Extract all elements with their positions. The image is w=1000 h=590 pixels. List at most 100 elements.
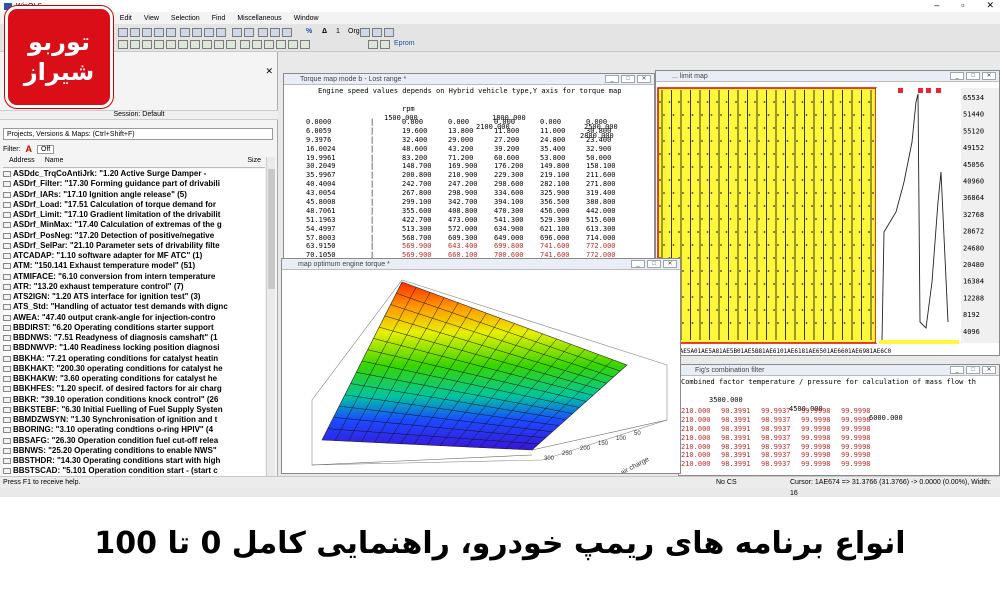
map-list-item[interactable]: AWEA: "47.40 output crank-angle for inje… bbox=[3, 313, 265, 323]
table-cell[interactable]: 83.200 bbox=[402, 154, 427, 163]
table-cell[interactable]: 299.100 bbox=[402, 198, 432, 207]
table-cell[interactable]: 32.900 bbox=[586, 145, 611, 154]
toolbar-button[interactable] bbox=[372, 28, 382, 37]
table-cell[interactable]: 325.900 bbox=[540, 189, 570, 198]
table-cell[interactable]: 169.900 bbox=[448, 162, 478, 171]
menu-item[interactable]: Selection bbox=[171, 15, 200, 22]
table-cell[interactable]: 334.600 bbox=[494, 189, 524, 198]
map-list-item[interactable]: BBSAFG: "26.30 Operation condition fuel … bbox=[3, 436, 265, 446]
table-cell[interactable]: 529.300 bbox=[540, 216, 570, 225]
toolbar-button[interactable] bbox=[216, 28, 226, 37]
table-cell[interactable]: 408.800 bbox=[448, 207, 478, 216]
minimize-icon[interactable]: – bbox=[934, 0, 939, 11]
toolbar-button[interactable] bbox=[368, 40, 378, 49]
map-list-item[interactable]: ASDdc_TrqCoAntiJrk: "1.20 Active Surge D… bbox=[3, 169, 265, 179]
toolbar-button[interactable] bbox=[154, 28, 164, 37]
toolbar-button[interactable] bbox=[118, 28, 128, 37]
map-list-item[interactable]: BBDNWS: "7.51 Readyness of diagnosis cam… bbox=[3, 333, 265, 343]
col-name[interactable]: Name bbox=[45, 157, 64, 167]
close-icon[interactable]: ✕ bbox=[982, 366, 996, 374]
toolbar-button[interactable] bbox=[142, 40, 152, 49]
toolbar-button[interactable] bbox=[192, 28, 202, 37]
table-cell[interactable]: 271.800 bbox=[586, 180, 616, 189]
table-cell[interactable]: 613.300 bbox=[586, 225, 616, 234]
table-cell[interactable]: 298.900 bbox=[448, 189, 478, 198]
map-list-item[interactable]: BBKR: "39.10 operation conditions knock … bbox=[3, 395, 265, 405]
toolbar-button[interactable] bbox=[258, 28, 268, 37]
table-cell[interactable]: 32.400 bbox=[402, 136, 427, 145]
table-cell[interactable]: 98.3991 bbox=[721, 425, 751, 434]
map-list-item[interactable]: ASDrf_IARs: "17.10 Ignition angle releas… bbox=[3, 190, 265, 200]
table-cell[interactable]: 394.100 bbox=[494, 198, 524, 207]
table-cell[interactable]: 210.000 bbox=[681, 451, 711, 460]
map-list-item[interactable]: ATS2IGN: "1.20 ATS interface for ignitio… bbox=[3, 292, 265, 302]
table-cell[interactable]: 569.900 bbox=[402, 242, 432, 251]
table-cell[interactable]: 513.300 bbox=[402, 225, 432, 234]
table-cell[interactable]: 99.9937 bbox=[761, 407, 791, 416]
toolbar-button[interactable] bbox=[166, 28, 176, 37]
table-cell[interactable]: 98.9937 bbox=[761, 443, 791, 452]
map-list-item[interactable]: ASDrf_Limit: "17.10 Gradient limitation … bbox=[3, 210, 265, 220]
table-cell[interactable]: 473.000 bbox=[448, 216, 478, 225]
table-cell[interactable]: 98.3991 bbox=[721, 416, 751, 425]
table-cell[interactable]: 219.100 bbox=[540, 171, 570, 180]
toolbar-button[interactable] bbox=[130, 28, 140, 37]
table-cell[interactable]: 148.700 bbox=[402, 162, 432, 171]
table-cell[interactable]: 98.9937 bbox=[761, 425, 791, 434]
table-cell[interactable]: 699.800 bbox=[494, 242, 524, 251]
hex-graph[interactable]: 65534 51440 55120 49152 45056 40960 36864 32768… bbox=[656, 82, 1000, 356]
maximize-icon[interactable]: □ bbox=[647, 260, 661, 268]
map-list-item[interactable]: BBKSTEBF: "6.30 Initial Fuelling of Fuel… bbox=[3, 405, 265, 415]
toolbar-button[interactable] bbox=[204, 28, 214, 37]
table-cell[interactable]: 572.000 bbox=[448, 225, 478, 234]
toolbar-button[interactable] bbox=[380, 40, 390, 49]
col-size[interactable]: Size bbox=[247, 157, 261, 167]
toolbar-button[interactable] bbox=[118, 40, 128, 49]
table-cell[interactable]: 282.100 bbox=[540, 180, 570, 189]
map-list-item[interactable]: BBKHFES: "1.20 specif. of desired factor… bbox=[3, 384, 265, 394]
table-cell[interactable]: 242.700 bbox=[402, 180, 432, 189]
table-cell[interactable]: 30.800 bbox=[586, 127, 611, 136]
table-cell[interactable]: 342.700 bbox=[448, 198, 478, 207]
table-cell[interactable]: 99.9998 bbox=[801, 434, 831, 443]
table-cell[interactable]: 35.400 bbox=[540, 145, 565, 154]
table-cell[interactable]: 319.400 bbox=[586, 189, 616, 198]
minimize-icon[interactable]: _ bbox=[631, 260, 645, 268]
table-cell[interactable]: 210.000 bbox=[681, 425, 711, 434]
toolbar-button[interactable] bbox=[288, 40, 298, 49]
map-list-scrollbar[interactable] bbox=[266, 157, 275, 481]
maximize-icon[interactable]: □ bbox=[966, 72, 980, 80]
table-cell[interactable]: 11.000 bbox=[540, 127, 565, 136]
table-cell[interactable]: 247.200 bbox=[448, 180, 478, 189]
table-cell[interactable]: 98.9937 bbox=[761, 460, 791, 469]
table-cell[interactable]: 355.600 bbox=[402, 207, 432, 216]
map-list-item[interactable]: BBNWS: "25.20 Operating conditions to en… bbox=[3, 446, 265, 456]
close-icon[interactable]: ✕ bbox=[663, 260, 677, 268]
table-cell[interactable]: 11.800 bbox=[494, 127, 519, 136]
col-address[interactable]: Address bbox=[9, 157, 35, 167]
toolbar-button[interactable] bbox=[166, 40, 176, 49]
table-cell[interactable]: 456.000 bbox=[540, 207, 570, 216]
toolbar-button[interactable] bbox=[300, 40, 310, 49]
table-cell[interactable]: 39.200 bbox=[494, 145, 519, 154]
table-cell[interactable]: 27.200 bbox=[494, 136, 519, 145]
table-cell[interactable]: 649.000 bbox=[494, 234, 524, 243]
map-list[interactable]: ASDdc_TrqCoAntiJrk: "1.20 Active Surge D… bbox=[3, 169, 265, 481]
table-cell[interactable]: 43.200 bbox=[448, 145, 473, 154]
table-cell[interactable]: 0.000 bbox=[448, 118, 469, 127]
combined-table[interactable]: 210.000 90.3991 99.9937 99.9998 99.9998 210.0… bbox=[681, 407, 991, 469]
surface-plot-window[interactable]: map optimum engine torque * _ □ ✕ 300 250 20… bbox=[281, 258, 681, 474]
map-list-item[interactable]: BBKHAKT: "200.30 operating conditions fo… bbox=[3, 364, 265, 374]
map-list-item[interactable]: ATMIFACE: "6.10 conversion from intern t… bbox=[3, 272, 265, 282]
panel-close-icon[interactable]: ✕ bbox=[265, 66, 273, 77]
toolbar-button[interactable] bbox=[214, 40, 224, 49]
toolbar-button[interactable] bbox=[180, 28, 190, 37]
table-cell[interactable]: 98.3991 bbox=[721, 443, 751, 452]
table-cell[interactable]: 210.900 bbox=[448, 171, 478, 180]
map-list-item[interactable]: BBKHA: "7.21 operating conditions for ca… bbox=[3, 354, 265, 364]
table-cell[interactable]: 0.000 bbox=[402, 118, 423, 127]
percent-button[interactable]: % bbox=[306, 28, 312, 35]
menu-item[interactable]: View bbox=[144, 15, 159, 22]
table-cell[interactable]: 60.600 bbox=[494, 154, 519, 163]
table-cell[interactable]: 229.300 bbox=[494, 171, 524, 180]
